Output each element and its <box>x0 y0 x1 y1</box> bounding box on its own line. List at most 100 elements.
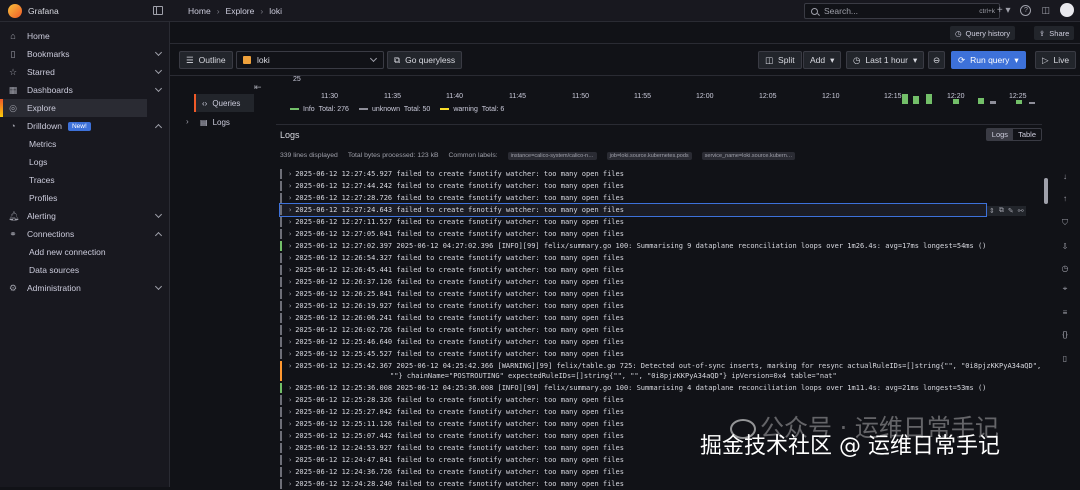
breadcrumb-explore[interactable]: Explore <box>226 6 255 16</box>
log-row[interactable]: › 2025-06-12 12:26:54.327 failed to creat… <box>280 252 1044 264</box>
chevron-right-icon[interactable]: › <box>288 408 292 416</box>
share-link-icon[interactable]: ⚯ <box>1018 207 1024 215</box>
pin-icon[interactable]: ✎ <box>1008 207 1014 215</box>
chevron-down-icon[interactable] <box>154 84 163 93</box>
chevron-right-icon[interactable]: › <box>288 290 292 298</box>
sidebar-item-alerting[interactable]: 🔔︎ Alerting <box>0 207 169 225</box>
chevron-right-icon[interactable]: › <box>288 302 292 310</box>
legend-item-info[interactable]: Info Total: 276 <box>290 106 349 113</box>
chevron-right-icon[interactable]: › <box>288 384 292 392</box>
sidebar-subitem-data-sources[interactable]: Data sources <box>0 261 169 279</box>
outline-item-logs[interactable]: ▤ Logs <box>194 113 254 131</box>
log-row[interactable]: › 2025-06-12 12:26:19.927 failed to creat… <box>280 300 1044 312</box>
sidebar-item-starred[interactable]: ☆ Starred <box>0 63 169 81</box>
outline-item-queries[interactable]: ‹› Queries <box>194 94 254 112</box>
chevron-down-icon[interactable] <box>154 282 163 291</box>
view-table-tab[interactable]: Table <box>1013 129 1041 140</box>
sidebar-subitem-traces[interactable]: Traces <box>0 171 169 189</box>
outline-button[interactable]: ☰ Outline <box>179 51 233 69</box>
news-icon[interactable]: ◫ <box>1041 5 1050 16</box>
chevron-right-icon[interactable]: › <box>288 182 292 190</box>
log-row[interactable]: › 2025-06-12 12:27:44.242 failed to creat… <box>280 180 1044 192</box>
log-row[interactable]: › 2025-06-12 12:26:25.841 failed to creat… <box>280 288 1044 300</box>
download-icon[interactable]: ⇩ <box>1060 242 1070 252</box>
sidebar-subitem-profiles[interactable]: Profiles <box>0 189 169 207</box>
view-logs-tab[interactable]: Logs <box>986 129 1014 140</box>
scroll-icon[interactable]: ▯ <box>1060 354 1070 364</box>
json-icon[interactable]: {} <box>1060 330 1070 340</box>
logs-scrollbar-thumb[interactable] <box>1044 178 1048 204</box>
sidebar-subitem-logs[interactable]: Logs <box>0 153 169 171</box>
log-row[interactable]: › 2025-06-12 12:25:28.326 failed to creat… <box>280 394 1044 406</box>
clock-icon[interactable]: ◷ <box>1060 264 1070 274</box>
chevron-up-icon[interactable] <box>154 123 163 132</box>
legend-item-warning[interactable]: warning Total: 6 <box>440 106 504 113</box>
logs-scrollbar[interactable] <box>1042 168 1050 487</box>
search-input[interactable]: Search... ctrl+k <box>804 3 1000 19</box>
run-query-button[interactable]: ⟳ Run query ▾ <box>951 51 1026 69</box>
copy-icon[interactable]: ⧉ <box>999 207 1004 215</box>
sidebar-subitem-metrics[interactable]: Metrics <box>0 135 169 153</box>
add-button[interactable]: Add ▾ <box>803 51 842 69</box>
log-row[interactable]: › 2025-06-12 12:25:36.008 2025-06-12 04:2… <box>280 382 1044 394</box>
chevron-right-icon[interactable]: › <box>288 206 292 214</box>
log-row[interactable]: › 2025-06-12 12:27:02.397 2025-06-12 04:2… <box>280 240 1044 252</box>
dock-menu-icon[interactable] <box>153 6 163 15</box>
log-row[interactable]: › 2025-06-12 12:25:46.640 failed to creat… <box>280 336 1044 348</box>
log-row[interactable]: › 2025-06-12 12:26:45.441 failed to creat… <box>280 264 1044 276</box>
collapse-outline-icon[interactable]: ⇤ <box>254 82 262 93</box>
chevron-right-icon[interactable]: › <box>288 362 292 370</box>
chevron-right-icon[interactable]: › <box>288 468 292 476</box>
chevron-right-icon[interactable]: › <box>288 338 292 346</box>
chevron-right-icon[interactable]: › <box>288 218 292 226</box>
chevron-down-icon[interactable] <box>154 48 163 57</box>
tag-icon[interactable]: ⌖ <box>1060 284 1070 294</box>
chevron-right-icon[interactable]: › <box>288 432 292 440</box>
arrow-up-icon[interactable]: ↑ <box>1060 194 1070 204</box>
live-button[interactable]: ▷ Live <box>1035 51 1077 69</box>
chevron-right-icon[interactable]: › <box>288 456 292 464</box>
datasource-picker[interactable]: loki <box>236 51 384 69</box>
chevron-right-icon[interactable]: › <box>186 117 189 126</box>
log-row[interactable]: › 2025-06-12 12:27:28.726 failed to creat… <box>280 192 1044 204</box>
log-row-hovered[interactable]: › 2025-06-12 12:27:24.643 failed to creat… <box>279 203 987 217</box>
grafana-logo-icon[interactable] <box>8 3 22 18</box>
chevron-right-icon[interactable]: › <box>288 230 292 238</box>
chevron-right-icon[interactable]: › <box>288 242 292 250</box>
sidebar-item-drilldown[interactable]: ◔ Drilldown New! <box>0 117 169 135</box>
show-context-icon[interactable]: ⇕ <box>989 207 995 215</box>
log-row[interactable]: › 2025-06-12 12:25:42.367 2025-06-12 04:2… <box>280 360 1044 382</box>
arrow-down-icon[interactable]: ↓ <box>1060 172 1070 182</box>
log-row[interactable]: › 2025-06-12 12:27:05.041 failed to creat… <box>280 228 1044 240</box>
chevron-right-icon[interactable]: › <box>288 350 292 358</box>
chevron-right-icon[interactable]: › <box>288 326 292 334</box>
sidebar-item-administration[interactable]: ⚙ Administration <box>0 279 169 297</box>
zoom-out-button[interactable]: ⊖ <box>928 51 946 69</box>
chevron-down-icon[interactable] <box>154 66 163 75</box>
chevron-down-icon[interactable] <box>154 210 163 219</box>
chevron-right-icon[interactable]: › <box>288 396 292 404</box>
chevron-right-icon[interactable]: › <box>288 420 292 428</box>
sidebar-subitem-add-connection[interactable]: Add new connection <box>0 243 169 261</box>
log-row[interactable]: › 2025-06-12 12:26:37.126 failed to creat… <box>280 276 1044 288</box>
split-button[interactable]: ◫ Split <box>758 51 802 69</box>
chevron-right-icon[interactable]: › <box>288 314 292 322</box>
sidebar-item-home[interactable]: ⌂ Home <box>0 27 169 45</box>
avatar[interactable] <box>1060 3 1074 17</box>
go-queryless-button[interactable]: ⧉ Go queryless <box>387 51 463 69</box>
sidebar-item-explore[interactable]: ◎ Explore <box>0 99 147 117</box>
legend-item-unknown[interactable]: unknown Total: 50 <box>358 106 430 113</box>
help-icon[interactable]: ? <box>1020 4 1032 16</box>
chevron-right-icon[interactable]: › <box>288 266 292 274</box>
wrap-lines-icon[interactable]: ≡ <box>1060 308 1070 318</box>
log-row[interactable]: › 2025-06-12 12:27:45.927 failed to creat… <box>280 168 1044 180</box>
new-plus-icon[interactable]: + ▾ <box>997 5 1011 16</box>
chevron-right-icon[interactable]: › <box>288 170 292 178</box>
log-row[interactable]: › 2025-06-12 12:24:36.726 failed to creat… <box>280 466 1044 478</box>
query-history-button[interactable]: ◷ Query history <box>950 26 1016 40</box>
log-row[interactable]: › 2025-06-12 12:27:11.527 failed to creat… <box>280 216 1044 228</box>
log-row[interactable]: › 2025-06-12 12:25:45.527 failed to creat… <box>280 348 1044 360</box>
log-row[interactable]: › 2025-06-12 12:26:06.241 failed to creat… <box>280 312 1044 324</box>
chevron-right-icon[interactable]: › <box>288 278 292 286</box>
filter-icon[interactable]: ⛉ <box>1060 218 1070 228</box>
